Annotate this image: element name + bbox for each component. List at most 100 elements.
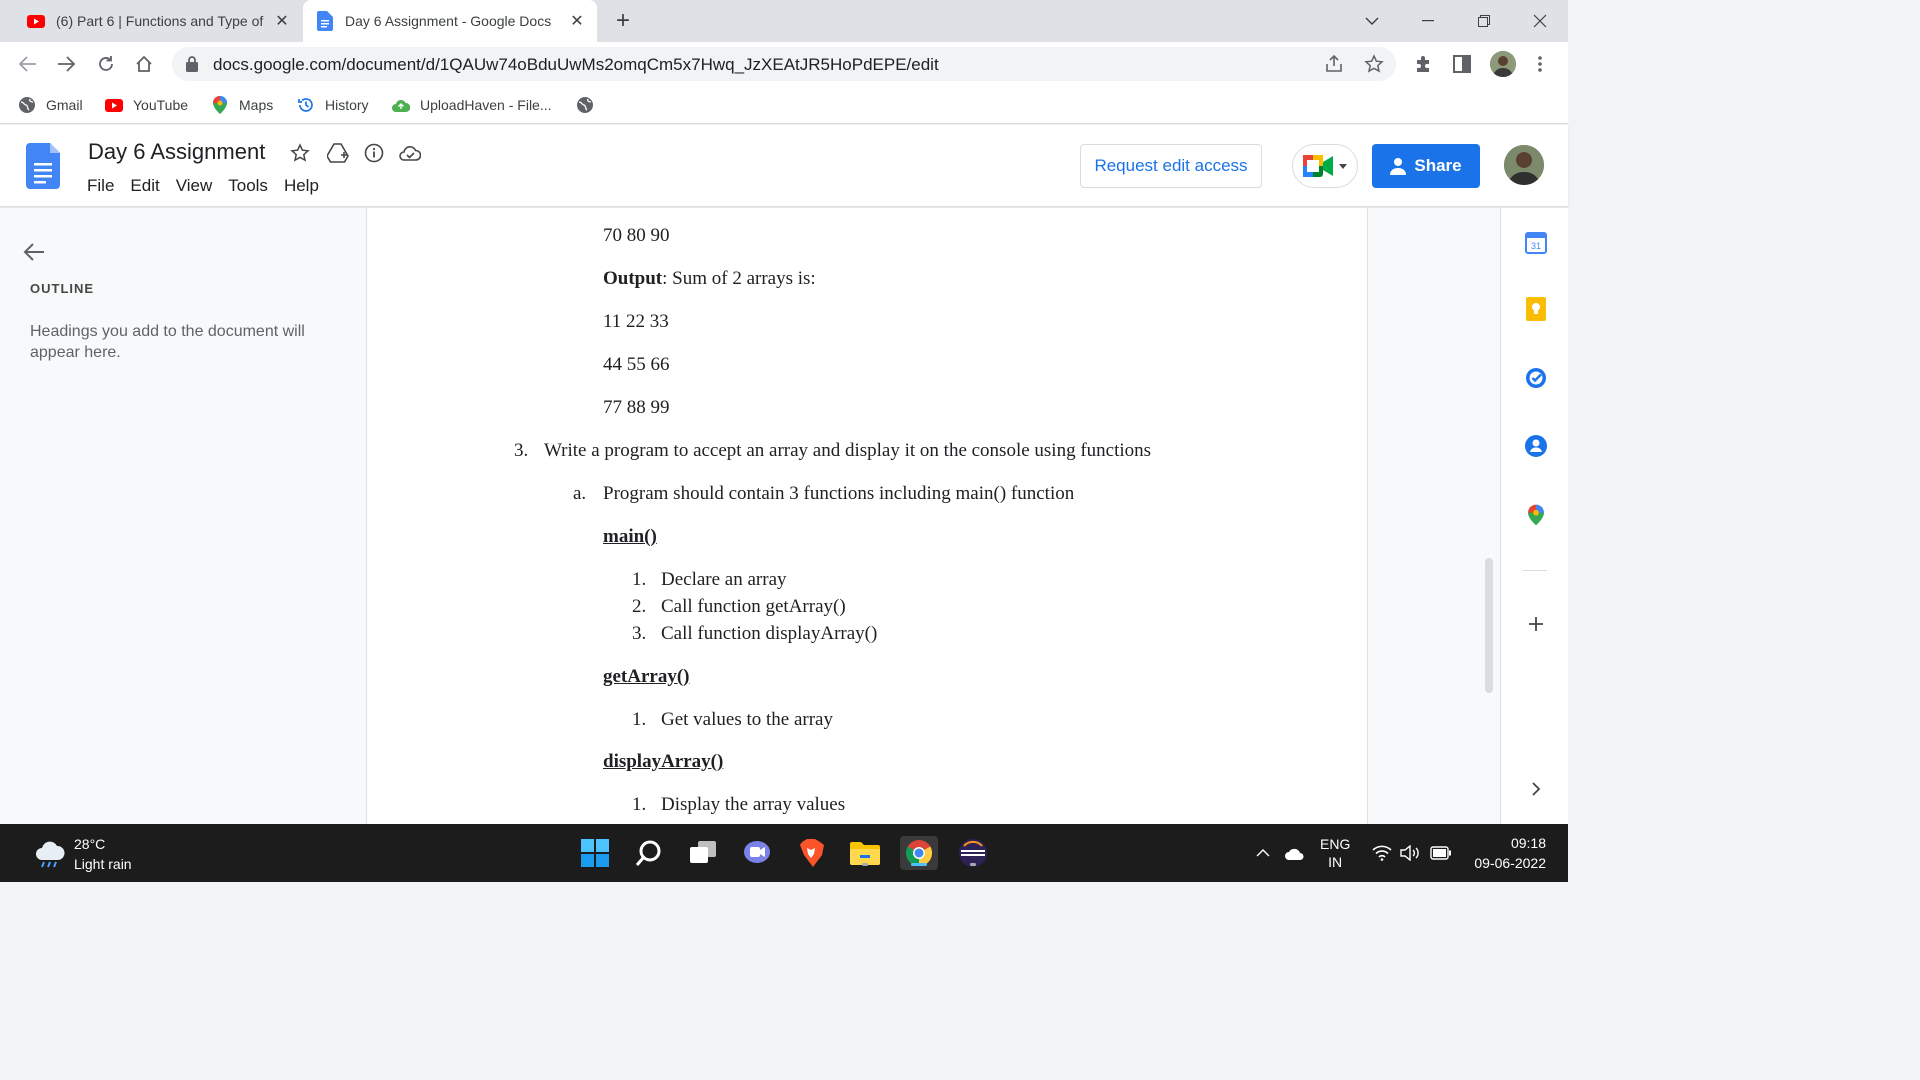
menu-edit[interactable]: Edit [130,176,159,196]
brave-browser-icon[interactable] [794,836,828,870]
close-window-button[interactable] [1512,0,1568,42]
document-outline-panel: OUTLINE Headings you add to the document… [0,208,366,824]
profile-avatar[interactable] [1490,51,1516,77]
vertical-scrollbar[interactable] [1485,558,1493,693]
side-panel-icon[interactable] [1450,52,1474,76]
list-number: 2. [632,596,647,617]
tasks-icon[interactable] [1523,365,1549,391]
bookmarks-bar: Gmail YouTube Maps History UploadHaven -… [0,86,1568,124]
volume-icon[interactable] [1400,824,1422,882]
google-docs-icon [315,11,335,31]
bookmark-star-icon[interactable] [1364,54,1384,74]
chrome-taskbar-icon[interactable] [900,836,938,870]
bookmark-uploadhaven[interactable]: UploadHaven - File... [392,94,552,116]
star-icon[interactable] [288,141,312,165]
back-arrow-icon[interactable] [22,242,46,262]
browser-toolbar: docs.google.com/document/d/1QAUw74oBduUw… [0,42,1568,86]
restore-button[interactable] [1456,0,1512,42]
side-panel-divider [1523,570,1547,571]
contacts-icon[interactable] [1523,433,1549,459]
time: 09:18 [1510,835,1546,851]
google-docs-logo-icon[interactable] [26,143,60,189]
share-page-icon[interactable] [1324,54,1344,74]
info-icon[interactable] [362,141,386,165]
weather-widget[interactable]: 28°C Light rain [34,834,132,874]
teams-chat-icon[interactable] [740,836,774,870]
address-bar[interactable]: docs.google.com/document/d/1QAUw74oBduUw… [172,47,1396,81]
bookmark-history[interactable]: History [297,94,369,116]
uploadhaven-cloud-icon [392,96,410,114]
chevron-down-icon [1339,163,1347,169]
list-number: 3. [514,440,529,461]
running-indicator [970,863,976,866]
windows-taskbar: 28°C Light rain ENG IN 09:18 09-06-2022 [0,824,1568,882]
date: 09-06-2022 [1474,855,1546,871]
list-item: Call function displayArray() [661,623,878,644]
list-item: Display the array values [661,794,846,815]
language-indicator[interactable]: ENG IN [1320,824,1350,882]
list-number: 1. [632,794,647,815]
wifi-icon[interactable] [1372,824,1392,882]
youtube-icon [105,96,123,114]
clock[interactable]: 09:18 09-06-2022 [1468,824,1546,882]
chevron-right-icon[interactable] [1523,776,1549,802]
outline-placeholder: Headings you add to the document will ap… [30,323,305,361]
tab-youtube[interactable]: (6) Part 6 | Functions and Type of ✕ [14,0,302,42]
bookmark-youtube[interactable]: YouTube [105,94,188,116]
list-letter: a. [573,483,587,504]
menu-tools[interactable]: Tools [228,176,268,196]
home-icon[interactable] [130,50,158,78]
menu-file[interactable]: File [87,176,114,196]
back-arrow-icon[interactable] [14,50,42,78]
minimize-button[interactable] [1400,0,1456,42]
calendar-icon[interactable]: 31 [1523,230,1549,256]
document-page[interactable]: 70 80 90 Output: Sum of 2 arrays is: 11 … [366,208,1368,824]
meet-button[interactable] [1292,144,1358,188]
temperature: 28°C [74,836,106,852]
running-indicator [862,863,868,866]
document-title[interactable]: Day 6 Assignment [88,139,265,165]
task-view-icon[interactable] [686,836,720,870]
onedrive-cloud-icon[interactable] [1284,824,1304,882]
battery-icon[interactable] [1430,824,1452,882]
section-heading-displayarray: displayArray() [603,751,724,772]
list-number: 3. [632,623,647,644]
bookmark-gmail[interactable]: Gmail [18,94,83,116]
chrome-menu-icon[interactable] [1528,52,1552,76]
weather-condition: Light rain [74,856,132,872]
bookmark-maps[interactable]: Maps [211,94,273,116]
tab-search-icon[interactable] [1344,0,1400,42]
search-icon[interactable] [632,836,666,870]
forward-arrow-icon[interactable] [52,50,80,78]
new-tab-button[interactable]: + [610,7,636,34]
tab-title: (6) Part 6 | Functions and Type of [56,13,264,29]
bookmark-globe[interactable] [576,94,604,116]
list-item: Get values to the array [661,709,833,730]
close-tab-icon[interactable]: ✕ [565,9,589,33]
reload-icon[interactable] [92,50,120,78]
google-meet-icon [1303,155,1335,177]
show-hidden-icons-chevron-icon[interactable] [1256,824,1270,882]
sub-question-text: Program should contain 3 functions inclu… [603,483,1075,504]
request-edit-access-button[interactable]: Request edit access [1080,144,1262,188]
tab-google-docs[interactable]: Day 6 Assignment - Google Docs ✕ [303,0,597,42]
menu-view[interactable]: View [176,176,213,196]
body-line: 70 80 90 [603,225,670,246]
file-explorer-icon[interactable] [848,836,882,870]
close-tab-icon[interactable]: ✕ [270,9,294,33]
move-to-drive-icon[interactable] [326,141,350,165]
plus-icon[interactable] [1523,611,1549,637]
globe-icon [576,96,594,114]
keep-icon[interactable] [1523,296,1549,322]
maps-pin-icon [211,96,229,114]
windows-start-icon[interactable] [578,836,612,870]
maps-pin-icon[interactable] [1523,502,1549,528]
cloud-saved-icon[interactable] [398,141,422,165]
share-button[interactable]: Share [1372,144,1480,188]
eclipse-ide-icon[interactable] [956,836,990,870]
menu-help[interactable]: Help [284,176,319,196]
account-avatar[interactable] [1504,145,1544,185]
lock-icon[interactable] [186,56,198,72]
browser-tab-strip: (6) Part 6 | Functions and Type of ✕ Day… [0,0,1568,42]
extensions-puzzle-icon[interactable] [1411,52,1435,76]
